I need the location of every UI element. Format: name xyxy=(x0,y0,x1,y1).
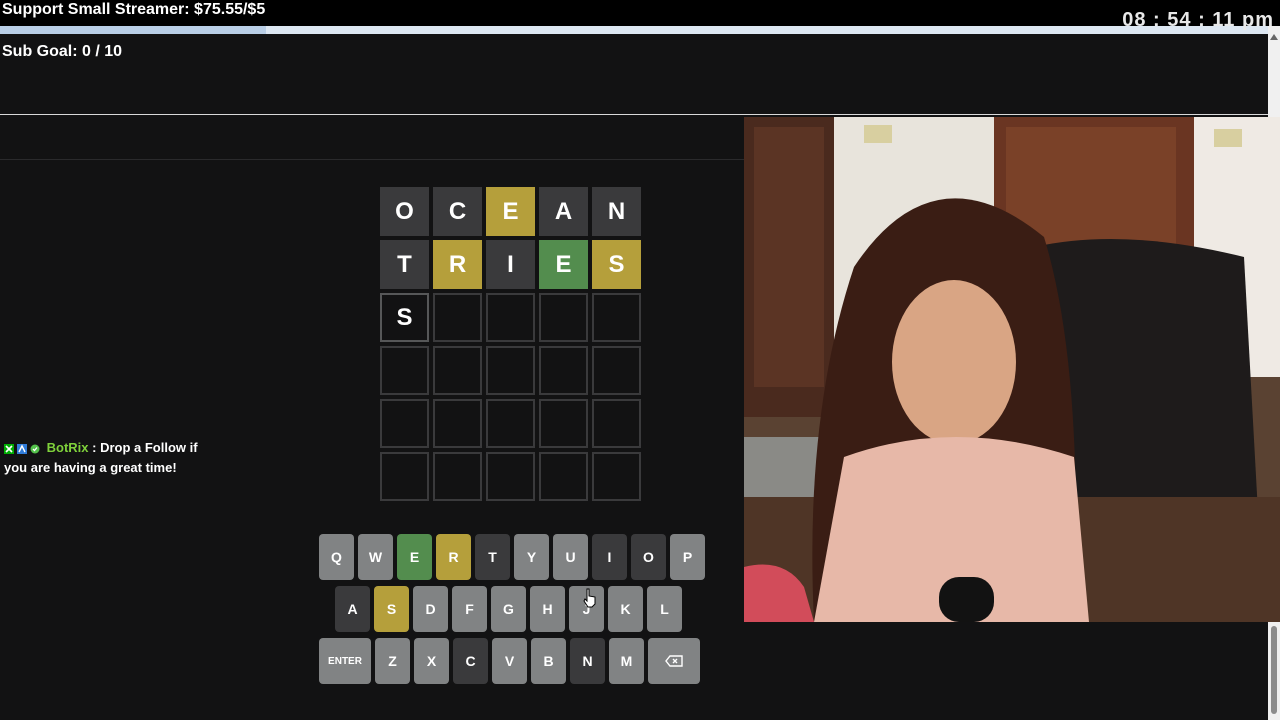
board-tile xyxy=(592,399,641,448)
board-tile xyxy=(433,399,482,448)
board-tile: O xyxy=(380,187,429,236)
board-tile: I xyxy=(486,240,535,289)
top-banner: Support Small Streamer: $75.55/$5 xyxy=(0,0,1280,26)
board-tile xyxy=(380,452,429,501)
board-tile xyxy=(486,346,535,395)
board-tile: S xyxy=(380,293,429,342)
key-p[interactable]: P xyxy=(670,534,705,580)
key-x[interactable]: X xyxy=(414,638,449,684)
board-tile: R xyxy=(433,240,482,289)
board-tile: E xyxy=(486,187,535,236)
key-h[interactable]: H xyxy=(530,586,565,632)
key-i[interactable]: I xyxy=(592,534,627,580)
key-z[interactable]: Z xyxy=(375,638,410,684)
board-tile xyxy=(539,399,588,448)
key-l[interactable]: L xyxy=(647,586,682,632)
support-goal-text: Support Small Streamer: $75.55/$5 xyxy=(2,1,266,18)
key-k[interactable]: K xyxy=(608,586,643,632)
chat-message: BotRix : Drop a Follow if you are having… xyxy=(4,438,214,478)
key-c[interactable]: C xyxy=(453,638,488,684)
game-header-divider xyxy=(0,159,744,160)
board-tile xyxy=(592,346,641,395)
board-tile xyxy=(486,293,535,342)
board-tile xyxy=(592,452,641,501)
board-tile xyxy=(433,293,482,342)
board-tile xyxy=(539,293,588,342)
keyboard-row-1: QWERTYUIOP xyxy=(319,534,705,580)
key-t[interactable]: T xyxy=(475,534,510,580)
key-g[interactable]: G xyxy=(491,586,526,632)
board-tile xyxy=(539,346,588,395)
board-tile xyxy=(380,346,429,395)
chat-username[interactable]: BotRix xyxy=(47,440,89,455)
sub-goal-counter: Sub Goal: 0 / 10 xyxy=(2,43,123,60)
moderator-badge-icon xyxy=(4,443,14,454)
webcam-feed xyxy=(744,117,1280,622)
board-tile: N xyxy=(592,187,641,236)
enter-key[interactable]: ENTER xyxy=(319,638,371,684)
backspace-key[interactable] xyxy=(648,638,700,684)
backspace-icon xyxy=(665,655,683,667)
key-a[interactable]: A xyxy=(335,586,370,632)
key-w[interactable]: W xyxy=(358,534,393,580)
board-tile xyxy=(433,346,482,395)
support-progress-fill xyxy=(0,26,267,34)
board-tile: S xyxy=(592,240,641,289)
board-tile xyxy=(539,452,588,501)
divider xyxy=(0,114,1268,115)
key-o[interactable]: O xyxy=(631,534,666,580)
key-v[interactable]: V xyxy=(492,638,527,684)
key-n[interactable]: N xyxy=(570,638,605,684)
key-f[interactable]: F xyxy=(452,586,487,632)
sub-badge-icon xyxy=(30,444,40,454)
key-q[interactable]: Q xyxy=(319,534,354,580)
board-tile: A xyxy=(539,187,588,236)
key-s[interactable]: S xyxy=(374,586,409,632)
wordle-board: OCEANTRIESS xyxy=(380,187,641,501)
board-tile xyxy=(592,293,641,342)
key-d[interactable]: D xyxy=(413,586,448,632)
board-tile: T xyxy=(380,240,429,289)
keyboard-row-2: ASDFGHJKL xyxy=(335,586,682,632)
stream-clock: 08 : 54 : 11 pm xyxy=(1122,9,1274,31)
board-tile xyxy=(433,452,482,501)
chat-separator: : xyxy=(88,440,101,455)
webcam-image xyxy=(744,117,1280,622)
board-tile: E xyxy=(539,240,588,289)
board-tile xyxy=(486,399,535,448)
board-tile xyxy=(486,452,535,501)
key-b[interactable]: B xyxy=(531,638,566,684)
scroll-up-arrow-icon[interactable] xyxy=(1270,34,1278,40)
key-u[interactable]: U xyxy=(553,534,588,580)
key-m[interactable]: M xyxy=(609,638,644,684)
scrollbar-thumb[interactable] xyxy=(1271,626,1277,714)
key-y[interactable]: Y xyxy=(514,534,549,580)
board-tile: C xyxy=(433,187,482,236)
hand-cursor-icon xyxy=(583,588,596,608)
verified-badge-icon xyxy=(17,443,27,454)
key-r[interactable]: R xyxy=(436,534,471,580)
keyboard-row-3: ENTER Z X C V B N M xyxy=(319,638,700,684)
key-e[interactable]: E xyxy=(397,534,432,580)
board-tile xyxy=(380,399,429,448)
